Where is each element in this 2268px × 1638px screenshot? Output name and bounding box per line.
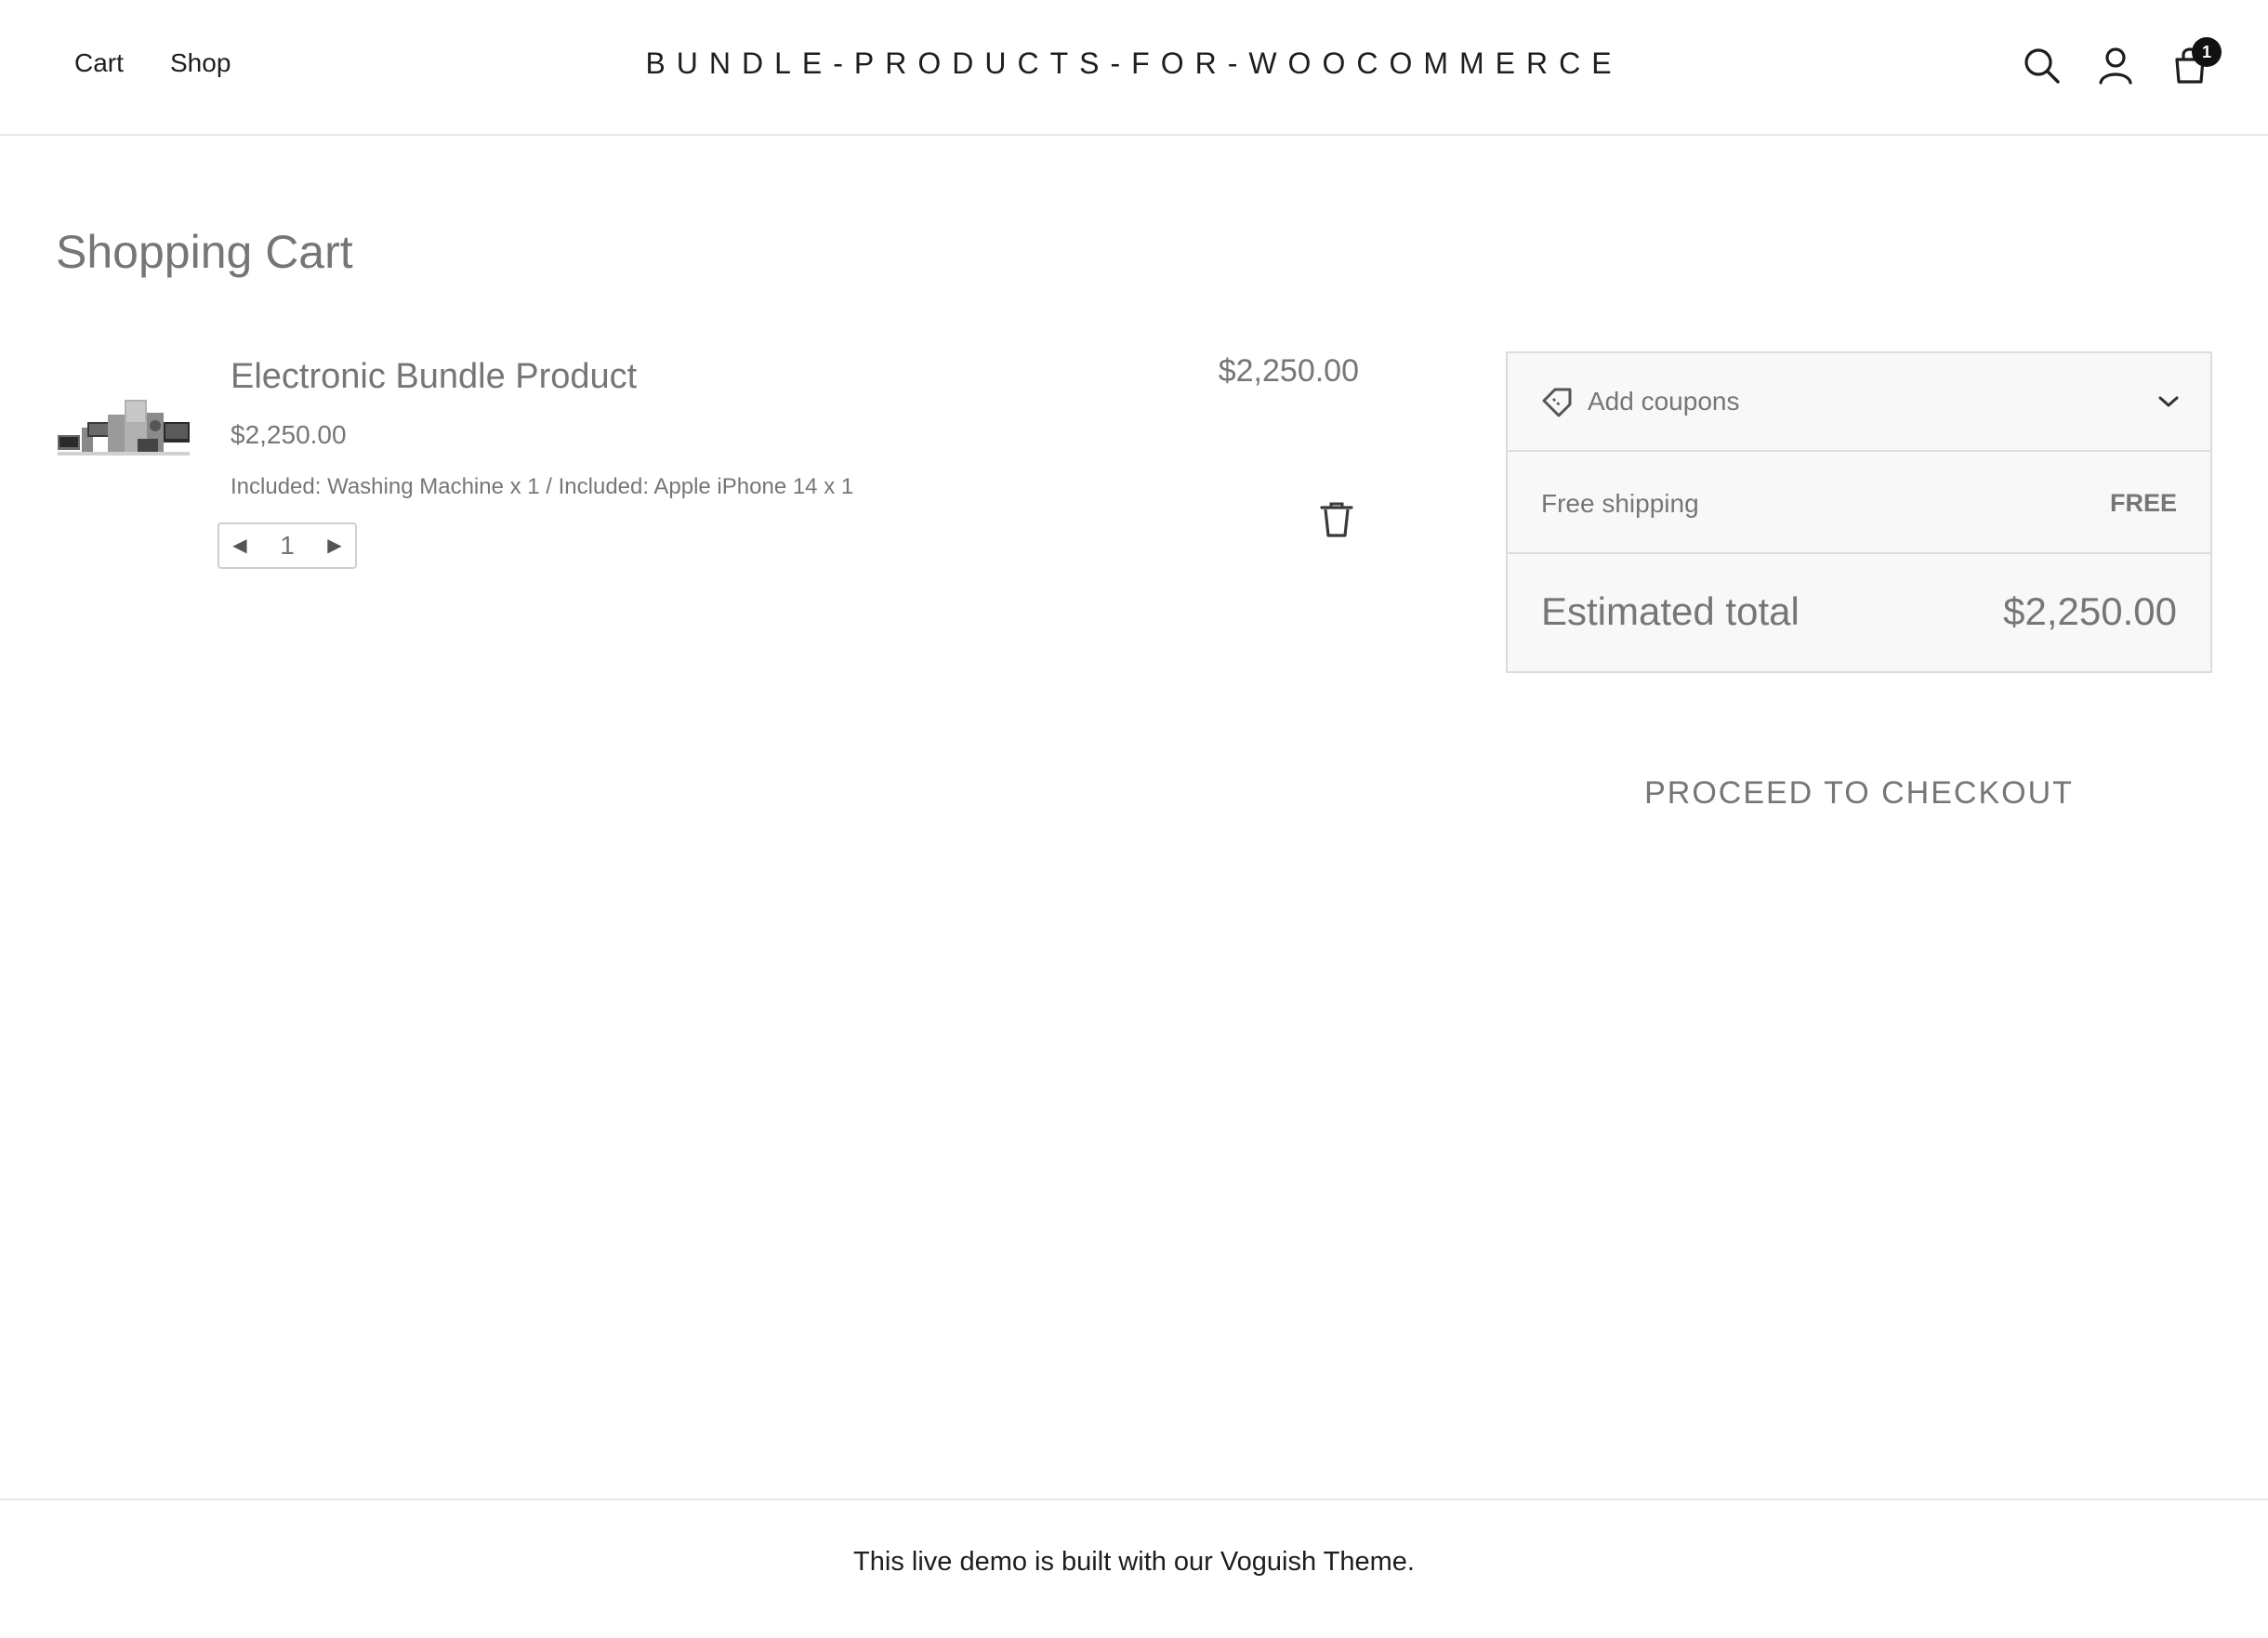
product-unit-price: $2,250.00 (231, 420, 347, 449)
cart-count-badge: 1 (2192, 37, 2222, 67)
decrease-quantity-button[interactable]: ◀ (219, 524, 260, 567)
page-title: Shopping Cart (56, 226, 353, 278)
account-icon[interactable] (2093, 43, 2138, 87)
add-coupons-toggle[interactable]: Add coupons (1508, 353, 2210, 452)
site-footer: This live demo is built with our Voguish… (0, 1499, 2268, 1638)
voguish-theme-link[interactable]: Voguish Theme (1220, 1547, 1407, 1577)
footer-text-after: . (1406, 1547, 1415, 1577)
remove-item-icon[interactable] (1316, 498, 1357, 539)
estimated-total-label: Estimated total (1541, 589, 1800, 633)
site-title[interactable]: BUNDLE-PRODUCTS-FOR-WOOCOMMERCE (0, 46, 2268, 81)
shipping-row: Free shipping FREE (1508, 452, 2210, 554)
add-coupons-label: Add coupons (1588, 387, 1740, 416)
search-icon[interactable] (2019, 43, 2064, 87)
bundle-items-description: Included: Washing Machine x 1 / Included… (231, 474, 854, 499)
cart-totals-panel: Add coupons Free shipping FREE Estimated… (1506, 351, 2212, 673)
coupon-icon (1542, 388, 1572, 417)
site-header: Cart Shop BUNDLE-PRODUCTS-FOR-WOOCOMMERC… (0, 0, 2268, 136)
increase-quantity-button[interactable]: ▶ (314, 524, 355, 567)
quantity-stepper: ◀ 1 ▶ (218, 522, 357, 569)
estimated-total-value: $2,250.00 (2003, 589, 2177, 633)
estimated-total-row: Estimated total $2,250.00 (1508, 554, 2210, 671)
footer-credit: This live demo is built with our Voguish… (0, 1547, 2268, 1578)
quantity-input[interactable]: 1 (260, 524, 314, 567)
product-name[interactable]: Electronic Bundle Product (231, 357, 637, 397)
product-thumbnail[interactable] (56, 368, 191, 469)
line-total: $2,250.00 (1218, 353, 1359, 389)
shipping-value: FREE (2109, 489, 2177, 517)
shipping-label: Free shipping (1541, 489, 1699, 518)
proceed-to-checkout-button[interactable]: PROCEED TO CHECKOUT (1506, 775, 2212, 812)
chevron-down-icon[interactable] (2156, 392, 2181, 411)
footer-text-before: This live demo is built with our (853, 1547, 1220, 1577)
